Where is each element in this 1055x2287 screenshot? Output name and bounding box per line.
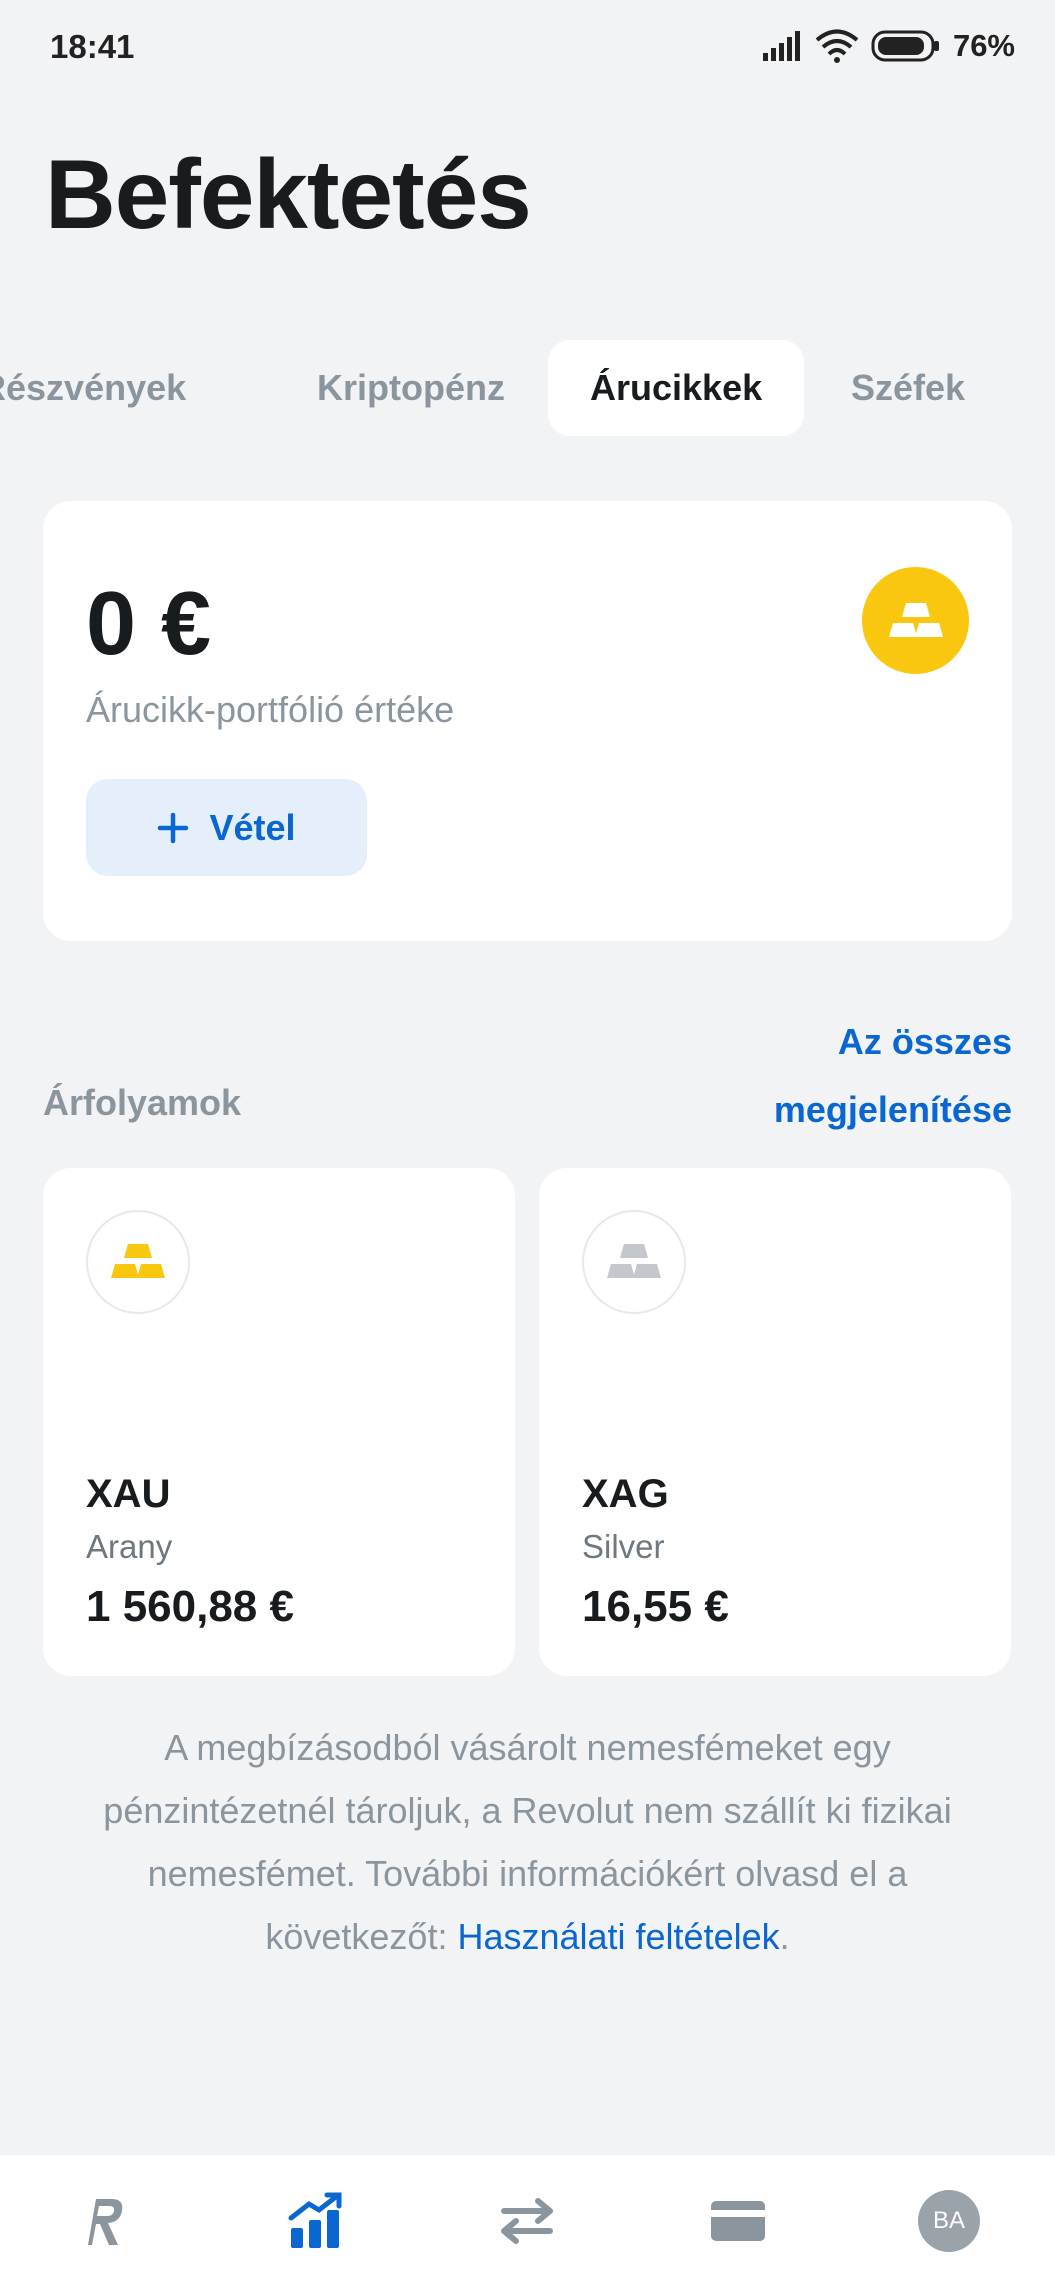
nav-cards[interactable]: [678, 2155, 798, 2287]
wifi-icon: [815, 29, 859, 63]
tab-crypto[interactable]: Kriptopénz: [317, 340, 505, 436]
terms-link[interactable]: Használati feltételek: [457, 1916, 779, 1957]
tab-bar: Részvények Kriptopénz Árucikkek Széfek: [0, 340, 1055, 436]
status-icons: 76%: [761, 24, 1015, 68]
rates-title: Árfolyamok: [43, 1082, 242, 1123]
signal-icon: [762, 31, 800, 61]
disclaimer: A megbízásodból vásárolt nemesfémeket eg…: [60, 1716, 995, 1968]
gold-bars-icon: [86, 1210, 190, 1314]
tab-stocks[interactable]: Részvények: [0, 340, 186, 436]
plus-icon: [158, 812, 189, 843]
asset-card-xau[interactable]: XAU Arany 1 560,88 €: [43, 1168, 515, 1676]
nav-profile[interactable]: BA: [889, 2155, 1009, 2287]
status-time: 18:41: [50, 28, 135, 65]
tab-vaults[interactable]: Széfek: [851, 340, 965, 436]
see-all-line2: megjelenítése: [773, 1089, 1012, 1130]
see-all-link[interactable]: Az összes megjelenítése: [774, 1008, 1012, 1144]
tab-commodities[interactable]: Árucikkek: [548, 340, 805, 436]
see-all-line1: Az összes: [837, 1021, 1012, 1062]
portfolio-label: Árucikk-portfólió értéke: [86, 689, 455, 730]
transfer-icon: [501, 2198, 553, 2244]
nav-invest[interactable]: [256, 2155, 376, 2287]
battery-percent: 76%: [952, 28, 1015, 63]
asset-price: 16,55 €: [582, 1582, 729, 1631]
home-icon: [88, 2199, 123, 2245]
commodity-gold-icon: [862, 567, 969, 674]
asset-price: 1 560,88 €: [86, 1582, 294, 1631]
asset-name: Arany: [86, 1528, 173, 1565]
asset-name: Silver: [582, 1528, 665, 1565]
portfolio-amount: 0 €: [86, 574, 212, 674]
asset-symbol: XAU: [86, 1472, 171, 1516]
buy-button[interactable]: Vétel: [86, 779, 367, 876]
disclaimer-end: .: [779, 1916, 790, 1957]
card-icon: [711, 2201, 765, 2241]
buy-button-label: Vétel: [209, 806, 296, 848]
bottom-nav: BA: [0, 2154, 1055, 2287]
nav-home[interactable]: [45, 2155, 165, 2287]
asset-symbol: XAG: [582, 1472, 669, 1516]
invest-icon: [288, 2192, 342, 2248]
silver-bars-icon: [582, 1210, 686, 1314]
nav-transfer[interactable]: [467, 2155, 587, 2287]
portfolio-card: 0 € Árucikk-portfólió értéke Vétel: [43, 501, 1012, 941]
battery-icon: [871, 30, 939, 62]
profile-avatar: BA: [918, 2190, 980, 2252]
asset-card-xag[interactable]: XAG Silver 16,55 €: [539, 1168, 1011, 1676]
page-title: Befektetés: [45, 139, 532, 249]
